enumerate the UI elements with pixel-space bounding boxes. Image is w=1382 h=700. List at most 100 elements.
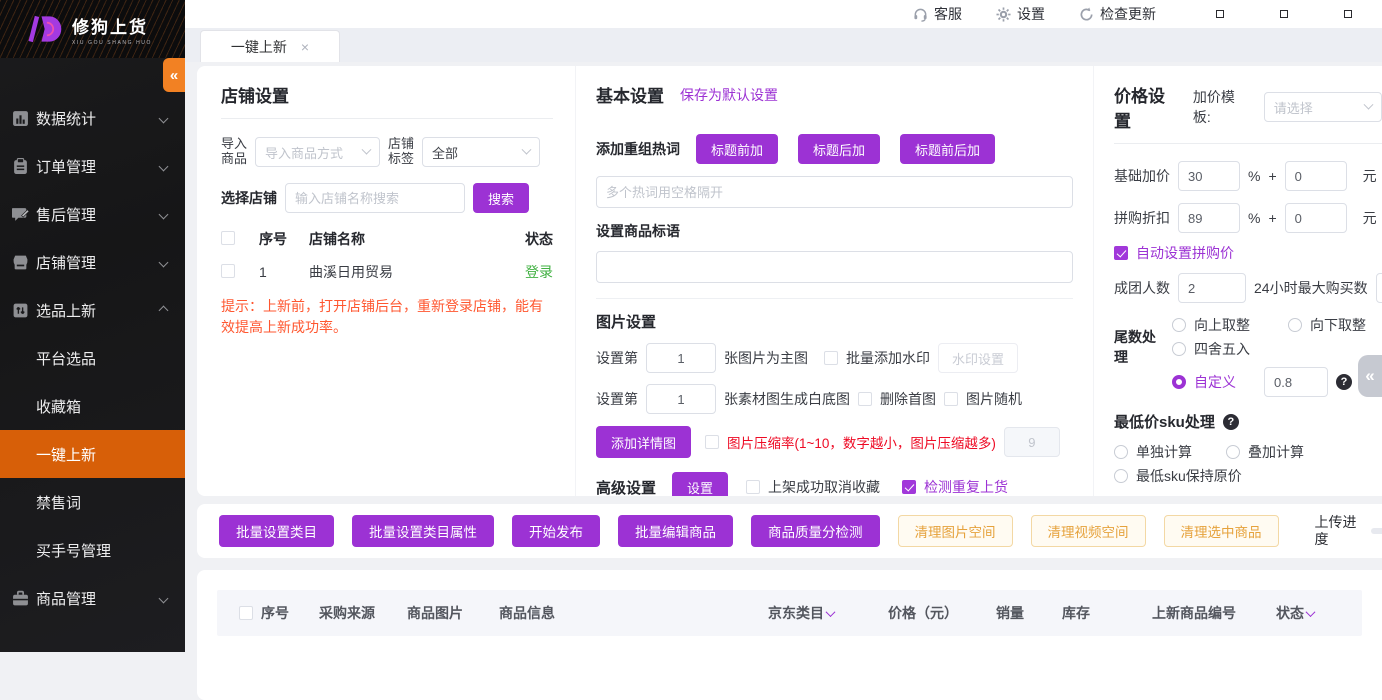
clear-video-space-button[interactable]: 清理视频空间: [1031, 515, 1146, 547]
sidebar-item-aftersale[interactable]: 售后管理: [0, 190, 185, 238]
base-markup-add-input[interactable]: [1285, 161, 1347, 191]
window-controls: [1216, 10, 1352, 18]
panel-collapse-button[interactable]: «: [1358, 355, 1382, 397]
detect-duplicate-checkbox[interactable]: [902, 480, 916, 494]
batch-category-attr-button[interactable]: 批量设置类目属性: [352, 515, 494, 547]
sidebar-item-data-stats[interactable]: 数据统计: [0, 94, 185, 142]
column-jd-category[interactable]: 京东类目: [768, 603, 888, 623]
base-markup-pct-input[interactable]: [1178, 161, 1240, 191]
custom-rounding-input[interactable]: [1264, 367, 1328, 397]
sidebar-item-label: 店铺管理: [36, 252, 96, 273]
delete-first-image-checkbox[interactable]: [858, 392, 872, 406]
quality-check-button[interactable]: 商品质量分检测: [751, 515, 880, 547]
check-update-button[interactable]: 检查更新: [1079, 4, 1156, 24]
round-down-label: 向下取整: [1310, 315, 1366, 335]
custom-rounding-label: 自定义: [1194, 372, 1236, 392]
auto-group-price-checkbox[interactable]: [1114, 246, 1128, 260]
round-up-radio[interactable]: [1172, 318, 1186, 332]
clear-image-space-button[interactable]: 清理图片空间: [898, 515, 1013, 547]
markup-template-placeholder: 请选择: [1274, 98, 1313, 117]
store-row-checkbox[interactable]: [221, 264, 235, 278]
window-maximize-button[interactable]: [1280, 10, 1288, 18]
chevron-down-icon: [159, 593, 169, 603]
store-settings-title: 店铺设置: [221, 82, 289, 107]
customer-service-button[interactable]: 客服: [913, 4, 962, 24]
app-logo: 修狗上货 XIU GOU SHANG HUO: [0, 0, 185, 58]
hot-words-label: 添加重组热词: [596, 139, 680, 159]
window-close-button[interactable]: [1344, 10, 1352, 18]
tab-close-icon[interactable]: ×: [301, 39, 309, 55]
sidebar: 修狗上货 XIU GOU SHANG HUO « 数据统计 订单管理 售后管理: [0, 0, 185, 652]
hot-words-input[interactable]: [596, 176, 1073, 208]
save-default-link[interactable]: 保存为默认设置: [680, 85, 778, 105]
group-size-input[interactable]: [1178, 273, 1246, 303]
markup-template-label: 加价模板:: [1193, 87, 1252, 127]
batch-edit-button[interactable]: 批量编辑商品: [618, 515, 733, 547]
store-select-all-checkbox[interactable]: [221, 231, 235, 245]
sidebar-item-selection[interactable]: 选品上新: [0, 286, 185, 334]
sidebar-item-platform-selection[interactable]: 平台选品: [0, 334, 185, 382]
random-image-label: 图片随机: [966, 389, 1022, 409]
add-detail-image-button[interactable]: 添加详情图: [596, 426, 691, 458]
sidebar-item-products[interactable]: 商品管理: [0, 574, 185, 622]
round-up-label: 向上取整: [1194, 315, 1250, 335]
chevron-down-icon: [159, 161, 169, 171]
cancel-favorite-checkbox[interactable]: [746, 480, 760, 494]
sidebar-item-orders[interactable]: 订单管理: [0, 142, 185, 190]
lowest-separate-radio[interactable]: [1114, 445, 1128, 459]
title-both-button[interactable]: 标题前后加: [900, 134, 995, 164]
watermark-settings-button[interactable]: 水印设置: [938, 343, 1018, 373]
group-discount-add-input[interactable]: [1285, 203, 1347, 233]
lowest-keep-radio[interactable]: [1114, 469, 1128, 483]
custom-rounding-radio[interactable]: [1172, 375, 1186, 389]
slogan-input[interactable]: [596, 251, 1073, 283]
box-arrows-icon: [12, 302, 29, 319]
batch-category-button[interactable]: 批量设置类目: [219, 515, 334, 547]
store-tag-select[interactable]: 全部: [422, 137, 540, 167]
sidebar-item-buyer-accounts[interactable]: 买手号管理: [0, 526, 185, 574]
watermark-checkbox[interactable]: [824, 351, 838, 365]
column-status[interactable]: 状态: [1276, 603, 1362, 623]
round-half-radio[interactable]: [1172, 342, 1186, 356]
sidebar-item-shops[interactable]: 店铺管理: [0, 238, 185, 286]
white-bg-index-input[interactable]: [646, 384, 716, 414]
sidebar-item-one-key-listing[interactable]: 一键上新: [0, 430, 185, 478]
store-login-link[interactable]: 登录: [509, 262, 553, 282]
sidebar-item-banned-words[interactable]: 禁售词: [0, 478, 185, 526]
lowest-stack-radio[interactable]: [1226, 445, 1240, 459]
title-prepend-button[interactable]: 标题前加: [696, 134, 778, 164]
max-buy-input[interactable]: [1376, 273, 1382, 303]
advanced-settings-button[interactable]: 设置: [672, 472, 728, 496]
group-size-label: 成团人数: [1114, 278, 1170, 298]
table-select-all-checkbox[interactable]: [239, 606, 253, 620]
import-method-placeholder: 导入商品方式: [265, 143, 343, 162]
settings-button[interactable]: 设置: [996, 4, 1045, 24]
store-search-input[interactable]: [285, 183, 465, 213]
markup-template-select[interactable]: 请选择: [1264, 92, 1382, 122]
main-image-index-input[interactable]: [646, 343, 716, 373]
product-table-header: 序号 采购来源 商品图片 商品信息 京东类目 价格（元） 销量 库存 上新商品编…: [217, 590, 1362, 636]
compression-input[interactable]: [1004, 427, 1060, 457]
briefcase-icon: [12, 590, 29, 607]
store-search-button[interactable]: 搜索: [473, 183, 529, 213]
import-method-select[interactable]: 导入商品方式: [255, 137, 380, 167]
help-icon[interactable]: ?: [1336, 374, 1352, 390]
advanced-settings-label: 高级设置: [596, 477, 656, 497]
upload-progress-bar: [1371, 528, 1382, 534]
plus-symbol: +: [1268, 168, 1276, 184]
sidebar-collapse-button[interactable]: «: [163, 58, 185, 92]
sidebar-item-favorites[interactable]: 收藏箱: [0, 382, 185, 430]
title-append-button[interactable]: 标题后加: [798, 134, 880, 164]
compression-checkbox[interactable]: [705, 435, 719, 449]
start-publish-button[interactable]: 开始发布: [512, 515, 600, 547]
store-row-index: 1: [259, 264, 309, 280]
help-icon[interactable]: ?: [1223, 414, 1239, 430]
tab-one-key-listing[interactable]: 一键上新 ×: [200, 30, 340, 62]
sidebar-item-label: 禁售词: [36, 492, 81, 513]
window-minimize-button[interactable]: [1216, 10, 1224, 18]
group-discount-pct-input[interactable]: [1178, 203, 1240, 233]
sidebar-item-label: 收藏箱: [36, 396, 81, 417]
clear-selected-button[interactable]: 清理选中商品: [1164, 515, 1279, 547]
random-image-checkbox[interactable]: [944, 392, 958, 406]
round-down-radio[interactable]: [1288, 318, 1302, 332]
